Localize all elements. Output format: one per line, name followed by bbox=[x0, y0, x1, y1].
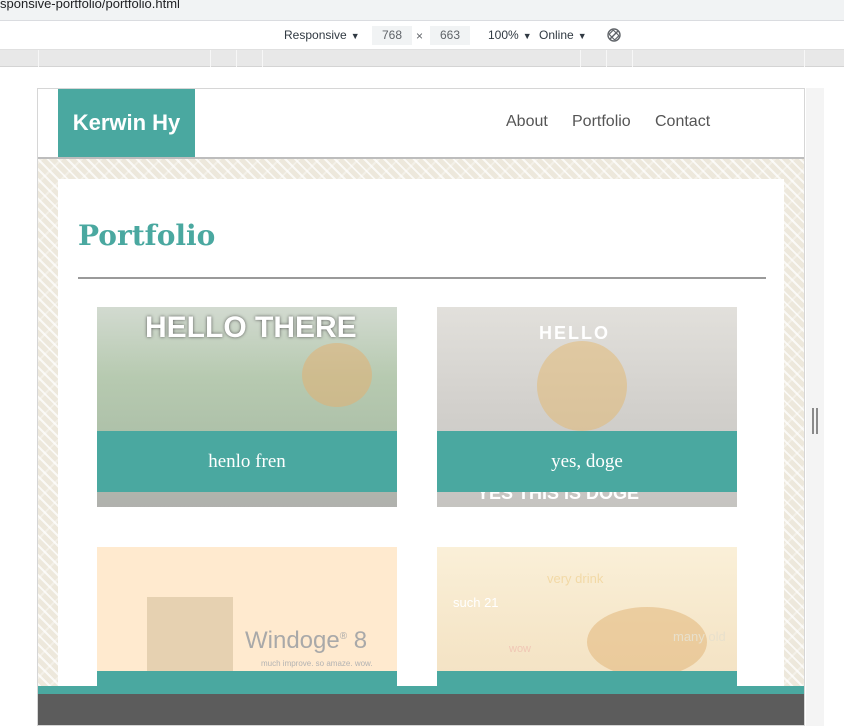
ruler-marker bbox=[236, 50, 237, 67]
windoge-tagline: much improve. so amaze. wow. bbox=[261, 659, 373, 668]
viewport-height-input[interactable]: 663 bbox=[430, 26, 470, 45]
image-caption-text: wow bbox=[509, 643, 532, 655]
image-caption-text: such 21 bbox=[453, 595, 499, 610]
ruler-marker bbox=[262, 50, 263, 67]
network-select-label: Online bbox=[539, 28, 574, 42]
zoom-select[interactable]: 100% ▼ bbox=[488, 28, 532, 42]
viewport-width-input[interactable]: 768 bbox=[372, 26, 412, 45]
image-caption-text: very drink bbox=[547, 571, 604, 586]
device-toolbar: Responsive ▼ 768 × 663 100% ▼ Online ▼ bbox=[0, 21, 844, 50]
site-logo[interactable]: Kerwin Hy bbox=[58, 89, 195, 157]
windoge-word: Windoge bbox=[245, 627, 340, 654]
ruler-marker bbox=[210, 50, 211, 67]
emulated-page: Kerwin Hy About Portfolio Contact Portfo… bbox=[37, 88, 805, 726]
address-bar[interactable]: sponsive-portfolio/portfolio.html bbox=[0, 0, 844, 21]
registered-mark: ® bbox=[339, 631, 348, 642]
card-caption: yes, doge bbox=[437, 431, 737, 492]
resize-gutter bbox=[806, 88, 824, 726]
site-footer bbox=[38, 686, 804, 725]
media-query-ruler[interactable] bbox=[0, 50, 844, 67]
ruler-marker bbox=[632, 50, 633, 67]
image-caption-text: HELLO THERE bbox=[145, 311, 357, 344]
title-divider bbox=[78, 277, 766, 279]
portfolio-card[interactable]: HELLO YES THIS IS DOGE yes, doge bbox=[437, 307, 737, 507]
caret-down-icon: ▼ bbox=[577, 31, 587, 41]
image-caption-text: HELLO bbox=[539, 323, 610, 343]
rotate-icon[interactable] bbox=[606, 27, 622, 43]
zoom-select-label: 100% bbox=[488, 28, 519, 42]
doge-face-shape bbox=[302, 343, 372, 407]
ruler-marker bbox=[38, 50, 39, 67]
resize-handle[interactable] bbox=[812, 408, 818, 434]
network-throttle-select[interactable]: Online ▼ bbox=[539, 28, 587, 42]
windoge-logo-text: Windoge® 8 bbox=[245, 627, 367, 655]
ruler-marker bbox=[580, 50, 581, 67]
device-select[interactable]: Responsive ▼ bbox=[284, 28, 360, 42]
doge-face-shape bbox=[537, 341, 627, 431]
url-text: sponsive-portfolio/portfolio.html bbox=[0, 0, 180, 11]
portfolio-card[interactable]: HELLO THERE henlo fren bbox=[97, 307, 397, 507]
image-caption-text: many old bbox=[673, 629, 726, 644]
dimension-separator: × bbox=[416, 29, 424, 43]
ruler-marker bbox=[804, 50, 805, 67]
card-caption: henlo fren bbox=[97, 431, 397, 492]
nav-link-about[interactable]: About bbox=[506, 113, 548, 131]
page-title: Portfolio bbox=[78, 219, 216, 252]
caret-down-icon: ▼ bbox=[350, 31, 360, 41]
ruler-marker bbox=[606, 50, 607, 67]
caret-down-icon: ▼ bbox=[522, 31, 532, 41]
nav-link-contact[interactable]: Contact bbox=[655, 113, 710, 131]
site-header: Kerwin Hy About Portfolio Contact bbox=[38, 89, 804, 159]
device-select-label: Responsive bbox=[284, 28, 347, 42]
doge-window-shape bbox=[147, 597, 233, 677]
nav-link-portfolio[interactable]: Portfolio bbox=[572, 113, 631, 131]
windoge-version: 8 bbox=[353, 627, 368, 654]
